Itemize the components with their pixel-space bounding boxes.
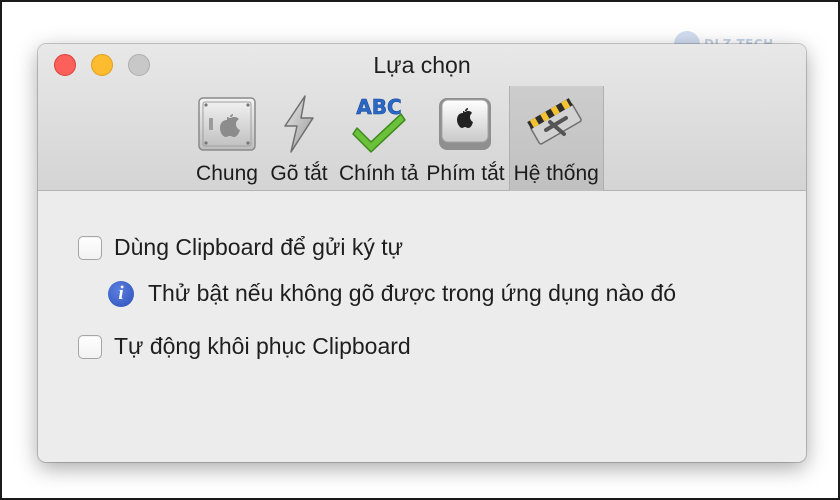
- tab-hotkeys[interactable]: Phím tắt: [422, 86, 508, 191]
- system-settings-panel: Dùng Clipboard để gửi ký tự i Thử bật nế…: [38, 192, 806, 462]
- tab-spelling-label: Chính tả: [339, 162, 419, 185]
- clipboard-send-checkbox[interactable]: [78, 235, 102, 260]
- tab-hotkeys-label: Phím tắt: [426, 162, 505, 185]
- window-title: Lựa chọn: [373, 52, 471, 78]
- tab-system-label: Hệ thống: [513, 162, 599, 185]
- abc-check-icon: ABC: [351, 95, 406, 153]
- tab-bar: Chung Gõ tắt ABC Chính tả Phím tắt Hệ th…: [191, 86, 604, 191]
- system-icon: [527, 98, 583, 145]
- general-icon: [198, 97, 256, 151]
- tab-general[interactable]: Chung: [191, 86, 263, 191]
- svg-text:ABC: ABC: [356, 95, 401, 119]
- clipboard-hint: i Thử bật nếu không gõ được trong ứng dụ…: [108, 280, 676, 307]
- preferences-window: Lựa chọn Chung Gõ tắt ABC Chính tả Phím …: [38, 44, 806, 462]
- tab-spelling[interactable]: ABC Chính tả: [335, 86, 422, 191]
- toolbar: Lựa chọn Chung Gõ tắt ABC Chính tả Phím …: [38, 44, 806, 191]
- lightning-icon: [284, 95, 314, 153]
- clipboard-restore-checkbox[interactable]: [78, 334, 102, 359]
- screenshot-frame: DLZ TECH Lựa chọn: [0, 0, 840, 500]
- tab-shortcut-typing[interactable]: Gõ tắt: [263, 86, 335, 191]
- tab-shortcut-typing-label: Gõ tắt: [270, 162, 328, 185]
- option-clipboard-send[interactable]: Dùng Clipboard để gửi ký tự: [78, 234, 403, 261]
- tab-system[interactable]: Hệ thống: [508, 86, 604, 191]
- keyboard-key-icon: [439, 98, 492, 150]
- tab-general-label: Chung: [196, 162, 258, 185]
- clipboard-restore-label: Tự động khôi phục Clipboard: [114, 333, 411, 359]
- clipboard-hint-text: Thử bật nếu không gõ được trong ứng dụng…: [148, 280, 677, 306]
- option-clipboard-restore[interactable]: Tự động khôi phục Clipboard: [78, 333, 411, 360]
- info-icon: i: [108, 280, 134, 307]
- clipboard-send-label: Dùng Clipboard để gửi ký tự: [114, 234, 404, 260]
